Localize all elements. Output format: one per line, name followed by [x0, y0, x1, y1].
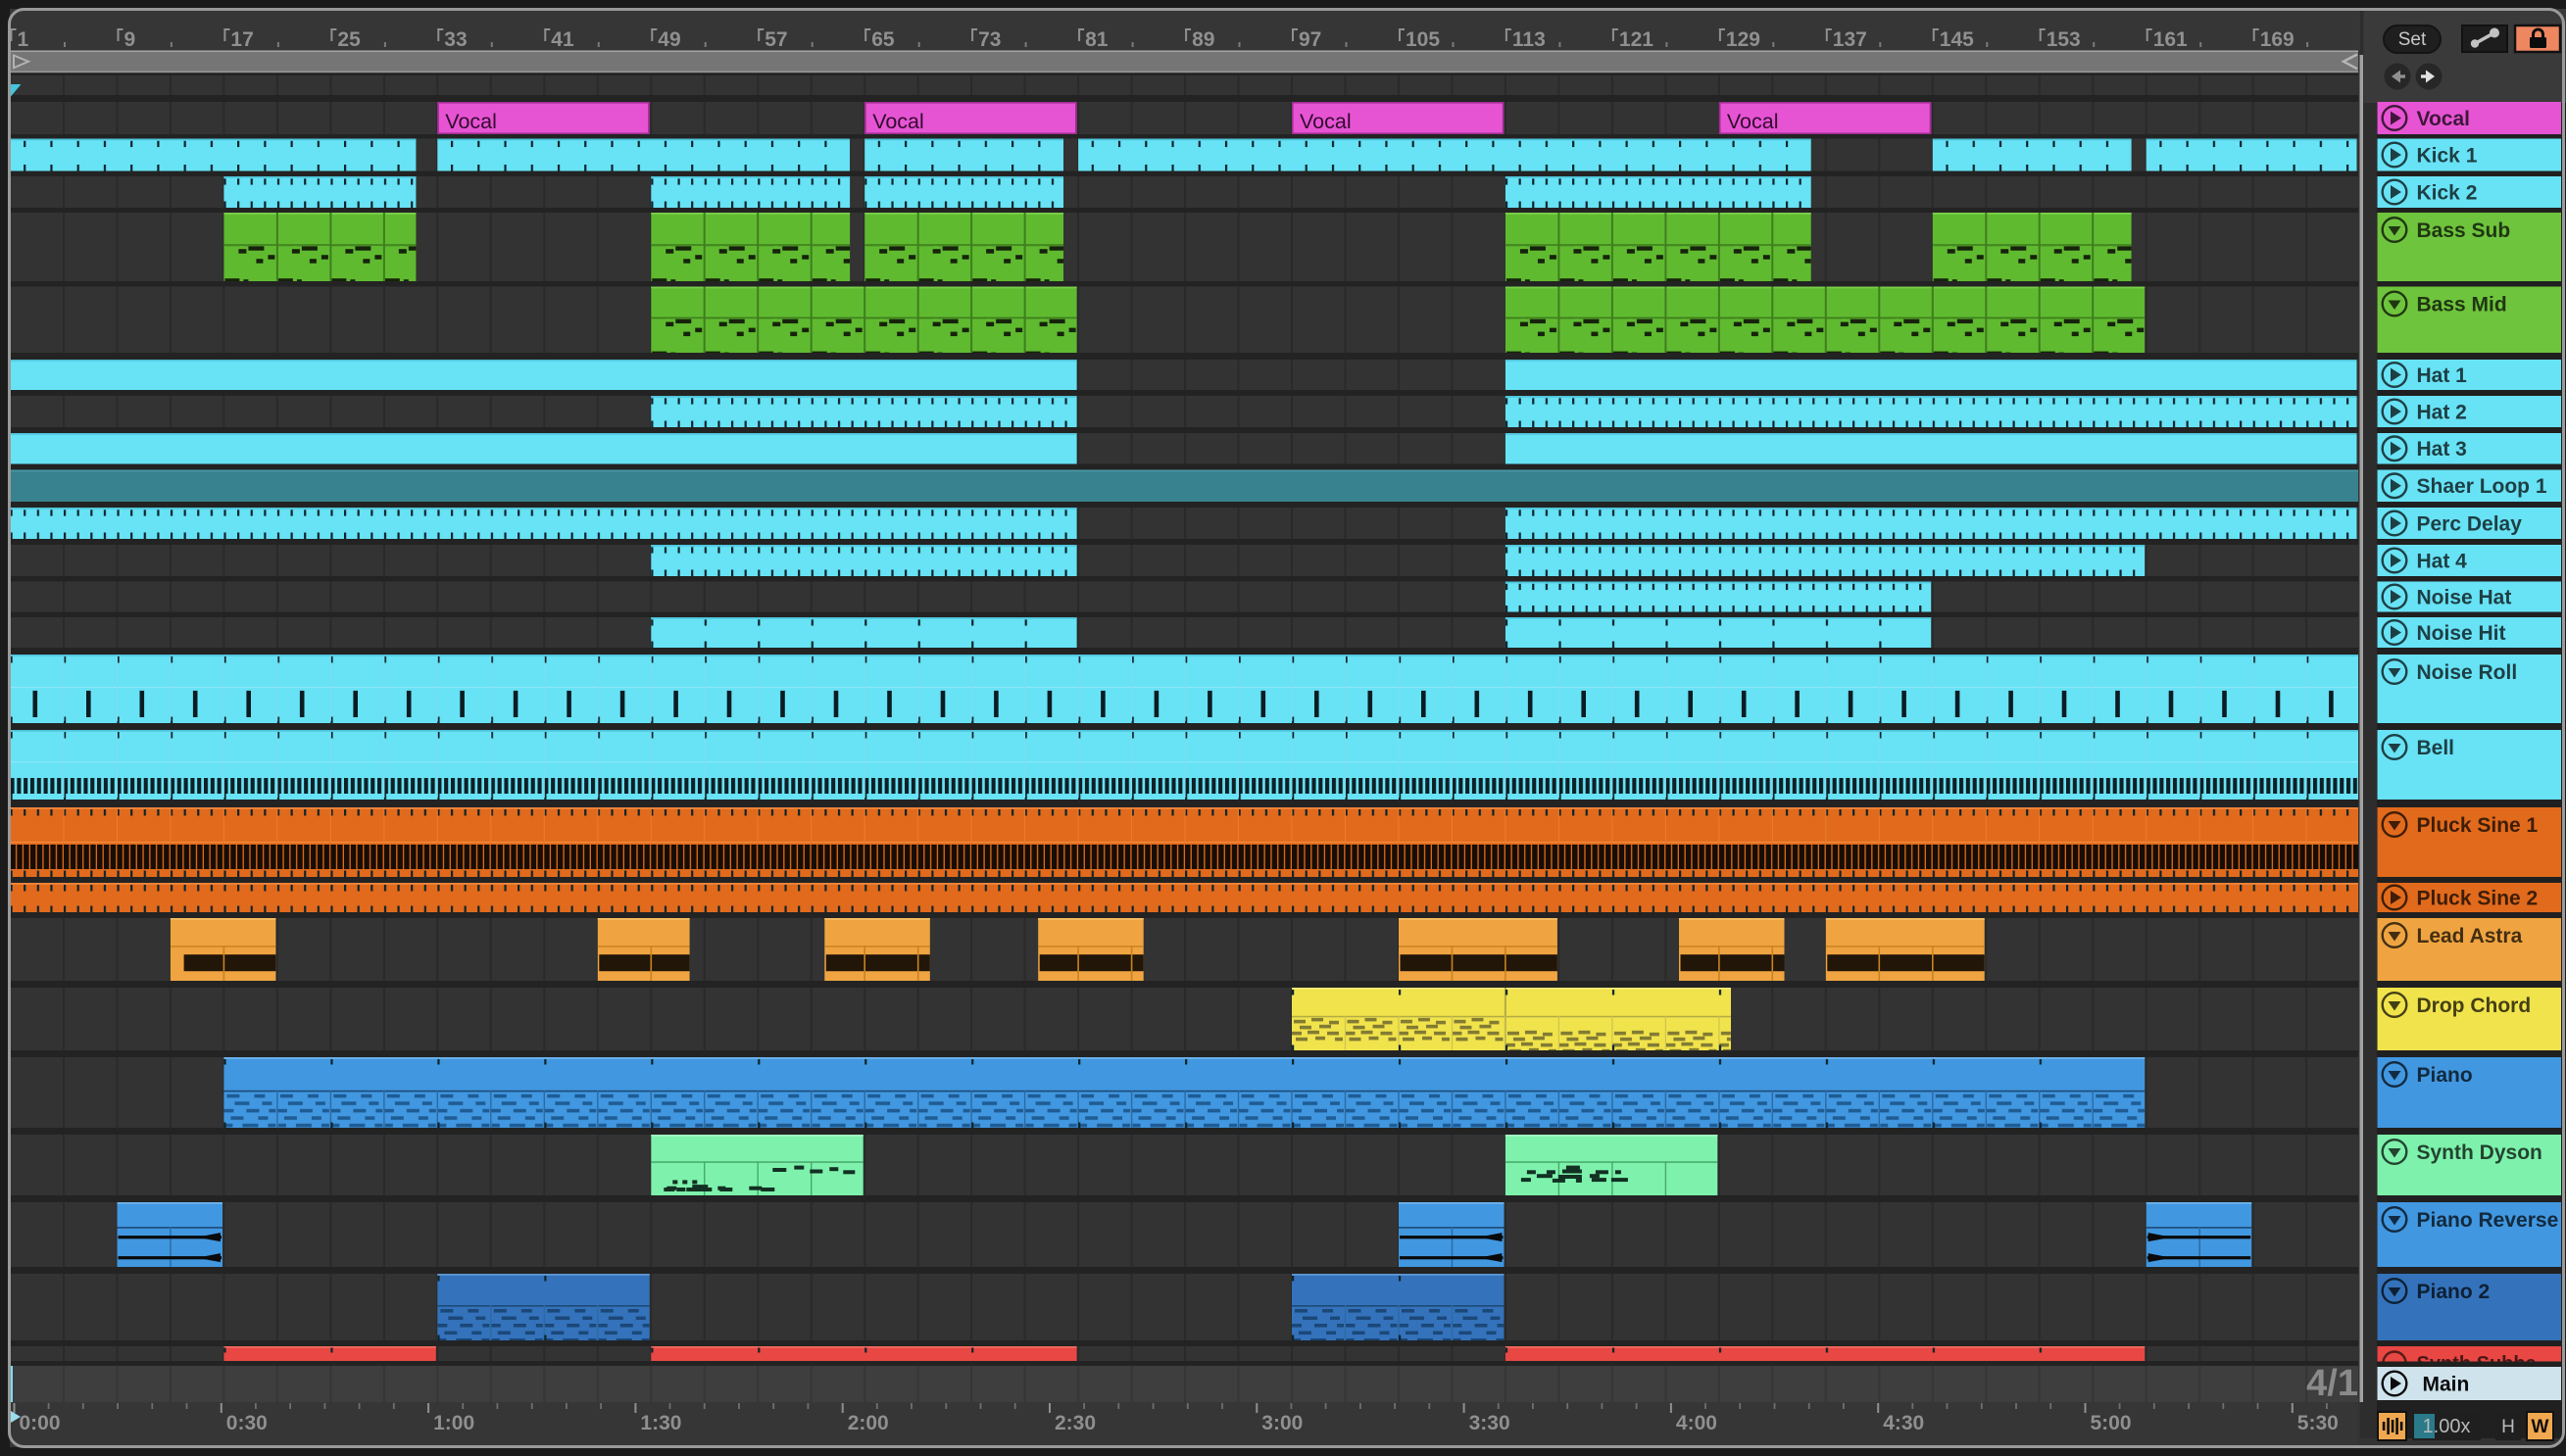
svg-text:1.00x: 1.00x — [2423, 1416, 2471, 1437]
svg-text:169: 169 — [2260, 28, 2295, 51]
svg-text:Pluck Sine 1: Pluck Sine 1 — [2417, 814, 2539, 837]
svg-text:Bass Sub: Bass Sub — [2417, 219, 2511, 242]
svg-text:Vocal: Vocal — [1300, 110, 1352, 133]
svg-text:1: 1 — [18, 28, 29, 51]
svg-text:3:30: 3:30 — [1469, 1412, 1510, 1434]
svg-text:1:30: 1:30 — [640, 1412, 681, 1434]
svg-text:17: 17 — [230, 28, 253, 51]
svg-text:Hat 2: Hat 2 — [2417, 402, 2467, 424]
svg-text:Pluck Sine 2: Pluck Sine 2 — [2417, 888, 2539, 910]
svg-text:25: 25 — [337, 28, 361, 51]
svg-text:4/1: 4/1 — [2306, 1363, 2358, 1404]
svg-text:121: 121 — [1619, 28, 1653, 51]
svg-text:Vocal: Vocal — [2417, 108, 2470, 130]
svg-text:9: 9 — [124, 28, 136, 51]
svg-text:2:30: 2:30 — [1055, 1412, 1096, 1434]
svg-text:Hat 4: Hat 4 — [2417, 551, 2468, 573]
svg-text:1:00: 1:00 — [433, 1412, 474, 1434]
svg-text:0:00: 0:00 — [20, 1412, 61, 1434]
svg-text:Vocal: Vocal — [445, 110, 497, 133]
svg-text:Main: Main — [2423, 1374, 2470, 1396]
svg-text:145: 145 — [1940, 28, 1974, 51]
svg-text:97: 97 — [1299, 28, 1321, 51]
svg-text:153: 153 — [2047, 28, 2081, 51]
svg-text:113: 113 — [1512, 28, 1546, 51]
svg-text:5:00: 5:00 — [2091, 1412, 2132, 1434]
svg-text:Vocal: Vocal — [872, 110, 924, 133]
svg-text:4:00: 4:00 — [1676, 1412, 1717, 1434]
svg-text:5:30: 5:30 — [2297, 1412, 2339, 1434]
svg-text:161: 161 — [2153, 28, 2188, 51]
svg-text:Set: Set — [2398, 29, 2427, 50]
svg-text:Hat 1: Hat 1 — [2417, 364, 2468, 387]
svg-text:81: 81 — [1085, 28, 1109, 51]
svg-text:Vocal: Vocal — [1727, 110, 1779, 133]
svg-text:Synth Dyson: Synth Dyson — [2417, 1141, 2542, 1164]
svg-text:129: 129 — [1726, 28, 1760, 51]
svg-text:49: 49 — [658, 28, 680, 51]
svg-text:4:30: 4:30 — [1883, 1412, 1924, 1434]
svg-text:Bass Mid: Bass Mid — [2417, 294, 2507, 316]
svg-text:Piano Reverse: Piano Reverse — [2417, 1209, 2559, 1232]
svg-text:Piano 2: Piano 2 — [2417, 1281, 2491, 1303]
svg-text:89: 89 — [1192, 28, 1214, 51]
svg-text:Kick 1: Kick 1 — [2417, 145, 2478, 168]
svg-text:Hat 3: Hat 3 — [2417, 438, 2467, 461]
svg-text:Kick 2: Kick 2 — [2417, 182, 2478, 205]
svg-text:0:30: 0:30 — [226, 1412, 268, 1434]
svg-text:Perc Delay: Perc Delay — [2417, 513, 2523, 536]
svg-text:Noise Hit: Noise Hit — [2417, 622, 2506, 645]
svg-text:Piano: Piano — [2417, 1064, 2473, 1087]
svg-text:Noise Hat: Noise Hat — [2417, 587, 2512, 609]
svg-text:Noise Roll: Noise Roll — [2417, 661, 2518, 684]
svg-text:Bell: Bell — [2417, 737, 2455, 759]
svg-text:73: 73 — [978, 28, 1001, 51]
svg-text:57: 57 — [765, 28, 787, 51]
svg-text:33: 33 — [444, 28, 467, 51]
svg-text:41: 41 — [551, 28, 574, 51]
svg-text:Drop Chord: Drop Chord — [2417, 995, 2532, 1017]
svg-text:W: W — [2532, 1417, 2549, 1437]
svg-text:3:00: 3:00 — [1261, 1412, 1303, 1434]
svg-text:Lead Astra: Lead Astra — [2417, 925, 2523, 947]
svg-text:2:00: 2:00 — [848, 1412, 889, 1434]
svg-text:H: H — [2501, 1417, 2515, 1437]
svg-text:65: 65 — [871, 28, 895, 51]
svg-text:105: 105 — [1406, 28, 1440, 51]
svg-text:137: 137 — [1833, 28, 1867, 51]
svg-text:Shaer Loop 1: Shaer Loop 1 — [2417, 475, 2547, 498]
